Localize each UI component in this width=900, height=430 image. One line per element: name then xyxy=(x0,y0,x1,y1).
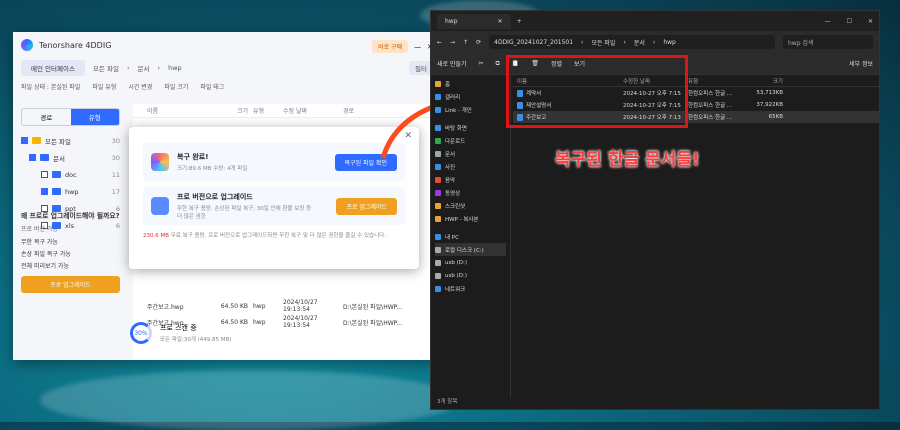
status-bar: 3개 항목 xyxy=(437,399,458,405)
copy-icon[interactable]: ⧉ xyxy=(496,60,500,68)
sidebar-item-home[interactable]: 홈 xyxy=(435,77,506,90)
highlight-box xyxy=(506,55,688,128)
search-input[interactable]: hwp 검색 xyxy=(783,35,873,49)
sidebar-item-desktop[interactable]: 바탕 화면 xyxy=(435,121,506,134)
new-tab-icon[interactable]: + xyxy=(517,18,522,25)
explorer-tab[interactable]: hwp xyxy=(445,18,458,25)
new-button[interactable]: 새로 만들기 xyxy=(437,59,467,68)
forward-icon[interactable]: → xyxy=(450,39,455,46)
sidebar-item-gallery[interactable]: 갤러리 xyxy=(435,90,506,103)
address-bar[interactable]: 4DDIG_20241027_201501 › 모든 파일 › 문서 › hwp xyxy=(489,35,775,49)
sidebar-item-link[interactable]: Link - 개인 xyxy=(435,103,506,116)
annotation-text: 복구된 한글 문서들! xyxy=(555,150,700,170)
sidebar-item-usb-2[interactable]: usb (D:) xyxy=(435,269,506,282)
maximize-icon[interactable]: ☐ xyxy=(847,18,852,25)
nav-pane: 홈 갤러리 Link - 개인 바탕 화면 다운로드 문서 사진 음악 동영상 … xyxy=(431,75,511,397)
sidebar-item-usb-1[interactable]: usb (D:) xyxy=(435,256,506,269)
up-icon[interactable]: ↑ xyxy=(463,39,468,46)
sidebar-item-hwp-copy[interactable]: HWP - 복사본 xyxy=(435,212,506,225)
details-button[interactable]: 세부 정보 xyxy=(849,59,873,68)
back-icon[interactable]: ← xyxy=(437,39,442,46)
sidebar-item-c-drive[interactable]: 로컬 디스크 (C:) xyxy=(435,243,506,256)
sidebar-item-pictures[interactable]: 사진 xyxy=(435,160,506,173)
minimize-icon[interactable]: — xyxy=(825,18,831,25)
sidebar-item-downloads[interactable]: 다운로드 xyxy=(435,134,506,147)
sidebar-item-screenshots[interactable]: 스크린샷 xyxy=(435,199,506,212)
sidebar-item-music[interactable]: 음악 xyxy=(435,173,506,186)
sidebar-item-videos[interactable]: 동영상 xyxy=(435,186,506,199)
sidebar-item-network[interactable]: 네트워크 xyxy=(435,282,506,295)
refresh-icon[interactable]: ⟳ xyxy=(476,39,481,46)
sidebar-item-pc[interactable]: 내 PC xyxy=(435,230,506,243)
cut-icon[interactable]: ✂ xyxy=(479,60,484,67)
tab-close-icon[interactable]: ✕ xyxy=(498,18,503,25)
close-icon[interactable]: ✕ xyxy=(868,18,873,25)
sidebar-item-docs[interactable]: 문서 xyxy=(435,147,506,160)
